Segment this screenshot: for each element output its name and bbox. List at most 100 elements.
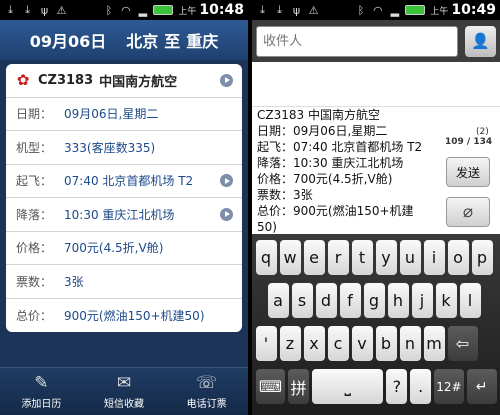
row-value: 900元(燃油150+机建50) — [64, 308, 205, 323]
key[interactable]: q — [255, 240, 277, 275]
route-separator: 至 — [164, 32, 181, 51]
keyboard-row-1: q w e r t y u i o p — [254, 240, 498, 277]
key[interactable]: u — [399, 240, 421, 275]
key[interactable]: n — [399, 326, 421, 361]
row-value: 333(客座数335) — [64, 140, 156, 155]
row-label: 价格： — [16, 241, 53, 256]
enter-key[interactable]: ↵ — [466, 369, 497, 404]
row-label: 降落： — [16, 207, 53, 222]
total-row: 总价： 900元(燃油150+机建50) — [6, 299, 242, 333]
arrow-right-icon[interactable] — [220, 207, 233, 221]
tickets-row: 票数： 3张 — [6, 265, 242, 299]
key[interactable]: l — [459, 283, 481, 318]
flight-title-row[interactable]: ✿ CZ3183 中国南方航空 — [6, 64, 242, 98]
message-area: CZ3183 中国南方航空 日期：09月06日,星期二 起飞：07:40 北京首… — [252, 62, 500, 234]
keyboard-switch-key[interactable]: ⌨ — [255, 369, 286, 404]
key[interactable]: p — [471, 240, 493, 275]
ampm: 上午 — [178, 6, 197, 17]
key[interactable]: h — [387, 283, 409, 318]
key[interactable]: k — [435, 283, 457, 318]
key[interactable]: v — [351, 326, 373, 361]
add-calendar-button[interactable]: ✎ 添加日历 — [0, 368, 83, 415]
compose-box[interactable]: CZ3183 中国南方航空 日期：09月06日,星期二 起飞：07:40 北京首… — [252, 106, 500, 235]
key[interactable]: ' — [255, 326, 277, 361]
sms-save-button[interactable]: ✉ 短信收藏 — [83, 368, 166, 415]
key[interactable]: d — [315, 283, 337, 318]
key[interactable]: y — [375, 240, 397, 275]
battery-icon — [153, 5, 174, 15]
person-icon: 👤 — [471, 32, 490, 50]
key[interactable]: b — [375, 326, 397, 361]
phone-booking-button[interactable]: ☏ 电话订票 — [165, 368, 248, 415]
char-counter: 109 / 134 — [445, 137, 493, 147]
download-icon: ⤓ — [277, 3, 282, 16]
flight-detail-screen: ⤓ ⤓ ψ ⚠ ᛒ ◠ ▂ 上午 10:48 09月06日 北京 至 重庆 ✿ … — [0, 0, 248, 415]
key[interactable]: f — [339, 283, 361, 318]
wifi-icon: ◠ — [373, 3, 383, 17]
route-header: 09月06日 北京 至 重庆 — [0, 20, 248, 60]
arrival-row[interactable]: 降落： 10:30 重庆江北机场 — [6, 198, 242, 232]
date-row: 日期： 09月06日,星期二 — [6, 98, 242, 131]
ampm: 上午 — [430, 6, 449, 17]
row-label: 机型： — [16, 140, 53, 155]
airline-logo-icon: ✿ — [16, 71, 30, 90]
send-button[interactable]: 发送 — [446, 157, 490, 187]
phone-icon: ☏ — [196, 373, 218, 393]
row-value: 09月06日,星期二 — [64, 107, 159, 122]
key[interactable]: i — [423, 240, 445, 275]
keyboard-row-4: ⌨ 拼 ⎵ ? . 12# ↵ — [254, 369, 498, 406]
attach-button[interactable]: ⌀ — [446, 197, 490, 227]
recipient-input[interactable] — [256, 25, 459, 57]
row-label: 票数： — [16, 274, 53, 289]
key[interactable]: t — [351, 240, 373, 275]
key[interactable]: w — [279, 240, 301, 275]
key[interactable]: o — [447, 240, 469, 275]
usb-icon: ψ — [40, 3, 49, 17]
message-body[interactable]: CZ3183 中国南方航空 日期：09月06日,星期二 起飞：07:40 北京首… — [257, 107, 433, 235]
departure-row[interactable]: 起飞： 07:40 北京首都机场 T2 — [6, 165, 242, 198]
add-calendar-label: 添加日历 — [21, 399, 62, 410]
question-key[interactable]: ? — [386, 369, 408, 404]
sms-save-label: 短信收藏 — [104, 399, 144, 410]
usb-icon: ψ — [292, 3, 301, 17]
route-from: 北京 — [126, 32, 159, 51]
arrow-right-icon[interactable] — [220, 174, 233, 188]
message-count: (2) — [476, 127, 489, 137]
numeric-key[interactable]: 12# — [434, 369, 464, 404]
route-to: 重庆 — [186, 32, 219, 51]
key[interactable]: a — [267, 283, 289, 318]
key[interactable]: z — [279, 326, 301, 361]
recipient-bar: 👤 — [252, 20, 500, 62]
space-key[interactable]: ⎵ — [312, 369, 384, 404]
wifi-icon: ◠ — [121, 3, 131, 17]
key[interactable]: e — [303, 240, 325, 275]
clock: 10:49 — [451, 2, 496, 18]
arrow-right-icon[interactable] — [220, 73, 233, 87]
key[interactable]: m — [423, 326, 445, 361]
pinyin-key[interactable]: 拼 — [288, 369, 310, 404]
sms-compose-screen: ⤓ ⤓ ψ ⚠ ᛒ ◠ ▂ 上午 10:49 👤 CZ3183 中国南方航空 日… — [252, 0, 500, 415]
key[interactable]: g — [363, 283, 385, 318]
download-icon: ⤓ — [260, 3, 265, 16]
flight-detail-card: ✿ CZ3183 中国南方航空 日期： 09月06日,星期二 机型： 333(客… — [6, 64, 242, 332]
price-row: 价格： 700元(4.5折,V舱) — [6, 232, 242, 265]
keyboard-row-3: ' z x c v b n m ⇦ — [254, 326, 498, 363]
phone-booking-label: 电话订票 — [186, 399, 227, 410]
bluetooth-icon: ᛒ — [105, 3, 113, 17]
key[interactable]: r — [327, 240, 349, 275]
key[interactable]: c — [327, 326, 349, 361]
download-icon: ⤓ — [25, 3, 30, 16]
bottom-action-bar: ✎ 添加日历 ✉ 短信收藏 ☏ 电话订票 — [0, 367, 248, 415]
backspace-key[interactable]: ⇦ — [447, 326, 478, 361]
status-bar: ⤓ ⤓ ψ ⚠ ᛒ ◠ ▂ 上午 10:49 — [252, 0, 500, 20]
warning-icon: ⚠ — [56, 3, 67, 17]
key[interactable]: x — [303, 326, 325, 361]
contact-picker-button[interactable]: 👤 — [465, 25, 496, 57]
airline-name: 中国南方航空 — [99, 74, 178, 90]
row-label: 日期： — [16, 107, 53, 122]
key[interactable]: s — [291, 283, 313, 318]
key[interactable]: j — [411, 283, 433, 318]
period-key[interactable]: . — [410, 369, 432, 404]
download-icon: ⤓ — [8, 3, 13, 16]
flight-code: CZ3183 — [38, 72, 94, 88]
